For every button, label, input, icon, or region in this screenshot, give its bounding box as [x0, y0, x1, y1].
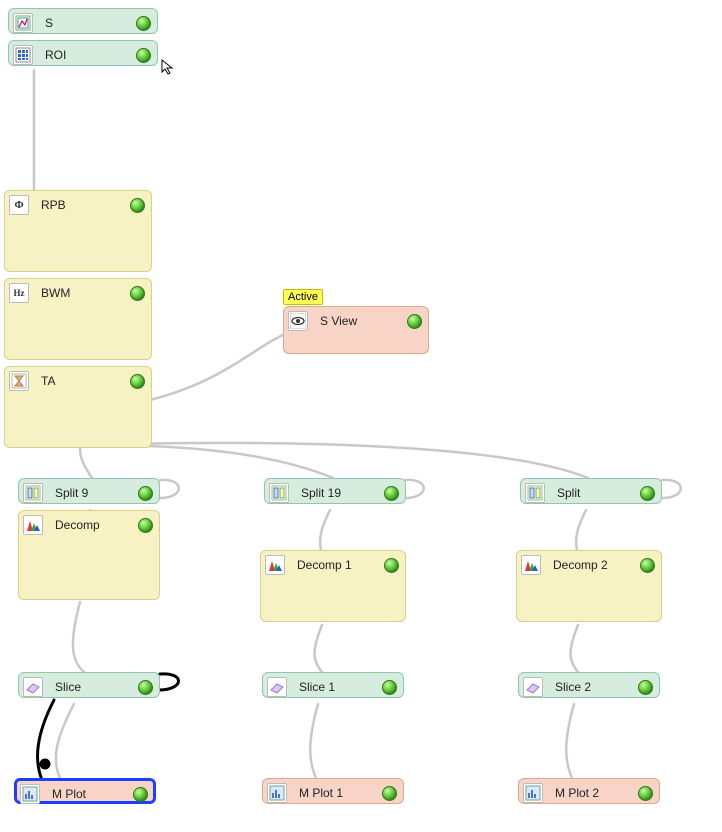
hourglass-icon [9, 371, 29, 391]
node-decomp2[interactable]: Decomp 2 [516, 550, 662, 622]
node-decomp1[interactable]: Decomp 1 [260, 550, 406, 622]
grid-icon [13, 45, 33, 65]
status-dot [382, 786, 397, 801]
status-dot [407, 314, 422, 329]
node-mplot1[interactable]: M Plot 1 [262, 778, 404, 804]
node-split9[interactable]: Split 9 [18, 478, 160, 504]
node-rpb[interactable]: Φ RPB [4, 190, 152, 272]
node-mplot2-label: M Plot 2 [549, 786, 632, 800]
node-slice-label: Slice [49, 680, 132, 694]
node-decomp-label: Decomp [49, 518, 132, 532]
status-dot [136, 16, 151, 31]
node-sview-label: S View [314, 314, 401, 328]
status-dot [138, 680, 153, 695]
status-dot [640, 486, 655, 501]
status-dot [640, 558, 655, 573]
tooltip-active: Active [283, 289, 323, 305]
tooltip-text: Active [288, 291, 318, 303]
slice-icon [523, 677, 543, 697]
node-mplot1-label: M Plot 1 [293, 786, 376, 800]
phi-icon: Φ [9, 195, 29, 215]
status-dot [138, 518, 153, 533]
decomp-icon [521, 555, 541, 575]
status-dot [130, 198, 145, 213]
node-decomp2-label: Decomp 2 [547, 558, 634, 572]
status-dot [382, 680, 397, 695]
node-slice1[interactable]: Slice 1 [262, 672, 404, 698]
node-split[interactable]: Split [520, 478, 662, 504]
node-ta[interactable]: TA [4, 366, 152, 448]
node-s[interactable]: S [8, 8, 158, 34]
plot-icon [523, 783, 543, 803]
node-mplot-label: M Plot [46, 787, 127, 801]
slice-icon [23, 677, 43, 697]
node-split19-label: Split 19 [295, 486, 378, 500]
node-s-label: S [39, 16, 130, 30]
status-dot [384, 558, 399, 573]
split-icon [269, 483, 289, 503]
node-split-label: Split [551, 486, 634, 500]
node-mplot[interactable]: M Plot [14, 778, 156, 804]
status-dot [638, 786, 653, 801]
node-decomp1-label: Decomp 1 [291, 558, 378, 572]
split-icon [525, 483, 545, 503]
node-slice1-label: Slice 1 [293, 680, 376, 694]
node-mplot2[interactable]: M Plot 2 [518, 778, 660, 804]
status-dot [133, 787, 148, 802]
node-rpb-label: RPB [35, 198, 124, 212]
node-sview[interactable]: S View [283, 306, 429, 354]
status-dot [136, 48, 151, 63]
node-ta-label: TA [35, 374, 124, 388]
node-roi[interactable]: ROI [8, 40, 158, 66]
status-dot [384, 486, 399, 501]
diagram-canvas[interactable]: { "tooltip": { "active": "Active" }, "no… [0, 0, 722, 832]
mouse-cursor-icon [160, 58, 178, 76]
plot-icon [20, 784, 40, 804]
node-split9-label: Split 9 [49, 486, 132, 500]
node-bwm-label: BWM [35, 286, 124, 300]
status-dot [130, 286, 145, 301]
s-icon [13, 13, 33, 33]
decomp-icon [265, 555, 285, 575]
node-slice2[interactable]: Slice 2 [518, 672, 660, 698]
plot-icon [267, 783, 287, 803]
node-split19[interactable]: Split 19 [264, 478, 406, 504]
eye-icon [288, 311, 308, 331]
node-bwm[interactable]: Hz BWM [4, 278, 152, 360]
status-dot [130, 374, 145, 389]
slice-icon [267, 677, 287, 697]
decomp-icon [23, 515, 43, 535]
node-slice[interactable]: Slice [18, 672, 160, 698]
node-decomp[interactable]: Decomp [18, 510, 160, 600]
node-roi-label: ROI [39, 48, 130, 62]
node-slice2-label: Slice 2 [549, 680, 632, 694]
status-dot [138, 486, 153, 501]
split-icon [23, 483, 43, 503]
hz-icon: Hz [9, 283, 29, 303]
status-dot [638, 680, 653, 695]
